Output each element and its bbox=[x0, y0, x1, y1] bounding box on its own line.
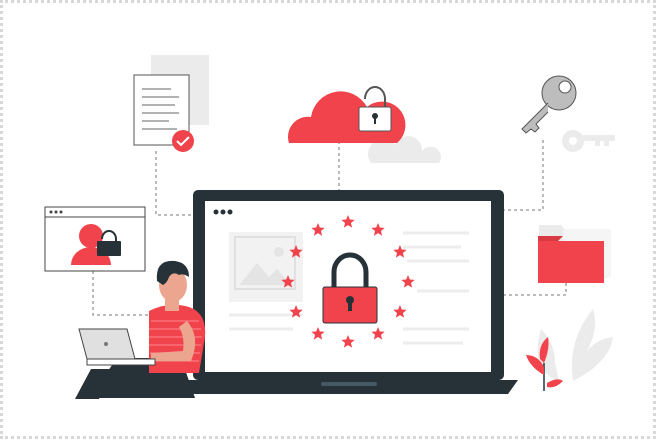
laptop-padlock-icon bbox=[183, 190, 518, 394]
user-lock-window-icon bbox=[44, 206, 146, 272]
document-check-icon bbox=[133, 55, 209, 152]
cloud-lock-icon bbox=[288, 86, 441, 163]
person-laptop-figure bbox=[75, 260, 206, 399]
security-illustration bbox=[44, 55, 615, 399]
key-icon bbox=[521, 75, 615, 152]
folder-icon bbox=[538, 225, 611, 283]
illustration-frame bbox=[0, 0, 656, 439]
plant-icon bbox=[526, 309, 613, 391]
